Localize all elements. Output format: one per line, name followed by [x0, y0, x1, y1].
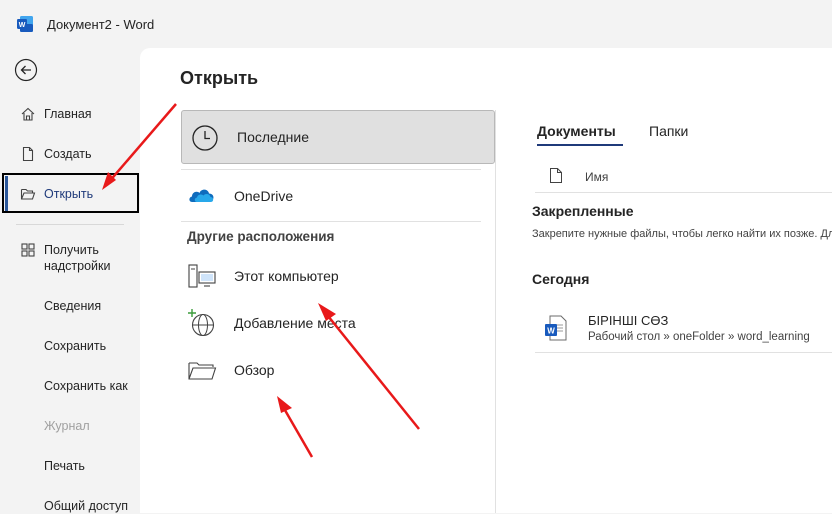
location-label: OneDrive — [234, 188, 294, 204]
sidebar-item-label: Получить надстройки — [44, 243, 111, 273]
sidebar-item-label: Сохранить как — [44, 379, 128, 393]
pinned-description: Закрепите нужные файлы, чтобы легко найт… — [532, 228, 832, 240]
page-title: Открыть — [180, 68, 259, 88]
title-bar: W Документ2 - Word — [0, 0, 832, 48]
svg-text:W: W — [547, 327, 555, 336]
tab-folders[interactable]: Папки — [649, 123, 688, 139]
today-heading: Сегодня — [532, 271, 590, 287]
location-label: Этот компьютер — [234, 268, 339, 284]
location-divider — [181, 221, 481, 222]
word-logo-icon: W — [17, 16, 33, 32]
file-type-icon — [550, 168, 562, 183]
sidebar-item-label: Печать — [44, 459, 85, 473]
sidebar-item-label: Общий доступ — [44, 499, 128, 513]
addins-grid-icon — [21, 243, 35, 257]
add-place-globe-icon — [188, 309, 215, 337]
column-name-label: Имя — [585, 170, 609, 184]
panel-divider — [495, 110, 496, 513]
sidebar-item-label: Создать — [44, 147, 92, 161]
sidebar-item-label: Главная — [44, 107, 92, 121]
highlight-box — [2, 173, 139, 213]
file-path: Рабочий стол » oneFolder » word_learning — [588, 331, 810, 343]
word-document-icon: W — [545, 315, 567, 341]
location-add-place[interactable]: Добавление места — [181, 303, 481, 343]
recent-file-row[interactable]: W БІРІНШІ СӨЗ Рабочий стол » oneFolder »… — [535, 304, 832, 352]
back-arrow-icon[interactable] — [14, 58, 38, 82]
other-locations-header: Другие расположения — [187, 229, 335, 244]
tab-underline — [537, 144, 623, 146]
window-title: Документ2 - Word — [47, 17, 155, 32]
sidebar-divider — [16, 224, 124, 225]
svg-text:W: W — [19, 22, 26, 29]
sidebar-item-label: Сведения — [44, 299, 102, 313]
pinned-heading: Закрепленные — [532, 203, 634, 219]
onedrive-cloud-icon — [189, 189, 214, 202]
file-row-divider — [535, 352, 832, 353]
open-panel: Открыть Последние OneDrive Другие распол… — [140, 48, 832, 513]
location-this-pc[interactable]: Этот компьютер — [181, 256, 481, 296]
location-divider — [181, 169, 481, 170]
location-label: Последние — [237, 129, 310, 145]
sidebar-item-label: Журнал — [44, 419, 90, 433]
home-icon — [21, 107, 35, 121]
file-name: БІРІНШІ СӨЗ — [588, 313, 669, 328]
sidebar-item-label: Сохранить — [44, 339, 107, 353]
clock-icon — [192, 125, 218, 151]
tab-documents[interactable]: Документы — [537, 123, 616, 139]
new-document-icon — [22, 146, 34, 162]
location-label: Добавление места — [234, 315, 356, 331]
location-label: Обзор — [234, 362, 275, 378]
location-onedrive[interactable]: OneDrive — [181, 176, 481, 216]
computer-icon — [188, 264, 216, 288]
header-divider — [535, 192, 832, 193]
location-recent[interactable]: Последние — [181, 110, 495, 164]
browse-folder-icon — [188, 362, 217, 380]
location-browse[interactable]: Обзор — [181, 350, 481, 390]
backstage-sidebar: Главная Создать Открыть Получить надстро… — [0, 48, 140, 513]
